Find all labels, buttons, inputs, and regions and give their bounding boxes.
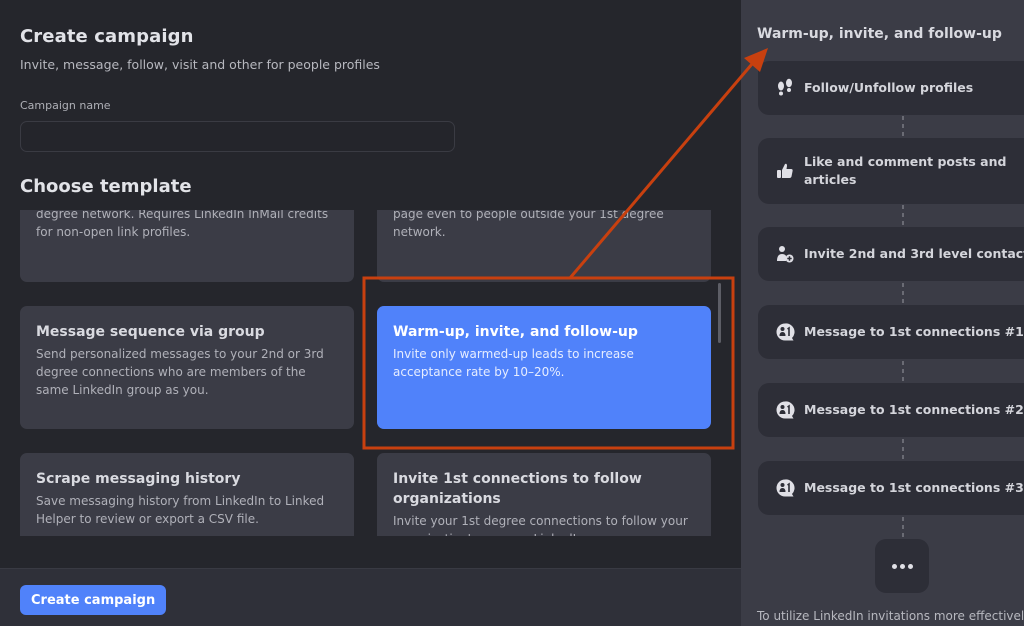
footer-bar: Create campaign	[0, 568, 741, 626]
template-card-inmail[interactable]: Send InMail messages to people outside y…	[20, 210, 354, 282]
preview-title: Warm-up, invite, and follow-up	[757, 26, 1002, 42]
template-grid[interactable]: Send InMail messages to people outside y…	[0, 210, 741, 536]
campaign-name-label: Campaign name	[20, 99, 111, 112]
template-card-title: Scrape messaging history	[36, 471, 241, 487]
preview-step: Like and comment posts and articles	[758, 138, 1024, 204]
step-connector	[902, 439, 904, 461]
preview-step: Message to 1st connections #1	[758, 305, 1024, 359]
step-connector	[902, 517, 904, 539]
add-person-icon	[774, 243, 796, 265]
template-card-scrape-messaging-history[interactable]: Scrape messaging history Save messaging …	[20, 453, 354, 536]
template-card-description: Save messaging history from LinkedIn to …	[36, 494, 325, 526]
step-connector	[902, 205, 904, 227]
preview-step-label: Message to 1st connections #1	[804, 324, 1024, 339]
preview-step-label: Like and comment posts and articles	[804, 154, 1007, 187]
message-first-connection-icon	[774, 399, 796, 421]
preview-step-label: Invite 2nd and 3rd level contacts	[804, 246, 1024, 261]
step-connector	[902, 116, 904, 138]
page-title: Create campaign	[20, 26, 194, 47]
page-subtitle: Invite, message, follow, visit and other…	[20, 57, 380, 72]
campaign-name-input[interactable]	[20, 121, 455, 152]
step-connector	[902, 361, 904, 383]
preview-step-label: Message to 1st connections #3	[804, 480, 1024, 495]
preview-step-label: Follow/Unfollow profiles	[804, 80, 974, 95]
preview-step: Message to 1st connections #2	[758, 383, 1024, 437]
template-card-description: Send personalized messages via LinkedIn …	[393, 210, 664, 239]
choose-template-heading: Choose template	[20, 176, 192, 197]
template-card-event[interactable]: Send personalized messages via LinkedIn …	[377, 210, 711, 282]
preview-step: Message to 1st connections #3	[758, 461, 1024, 515]
ellipsis-icon	[907, 563, 913, 569]
template-card-title: Message sequence via group	[36, 324, 265, 340]
footprints-icon	[774, 77, 796, 99]
template-grid-scrollbar[interactable]	[718, 283, 721, 343]
ellipsis-icon	[891, 563, 897, 569]
ellipsis-icon	[899, 563, 905, 569]
create-campaign-button[interactable]: Create campaign	[20, 585, 167, 615]
template-card-message-sequence-group[interactable]: Message sequence via group Send personal…	[20, 306, 354, 429]
template-card-description: Send InMail messages to people outside y…	[36, 210, 329, 239]
template-card-description: Send personalized messages to your 2nd o…	[36, 347, 324, 397]
template-card-title: Invite 1st connections to follow organiz…	[393, 471, 642, 507]
message-first-connection-icon	[774, 477, 796, 499]
preview-step: Follow/Unfollow profiles	[758, 61, 1024, 115]
message-first-connection-icon	[774, 321, 796, 343]
step-connector	[902, 283, 904, 305]
template-card-invite-follow-organizations[interactable]: Invite 1st connections to follow organiz…	[377, 453, 711, 536]
preview-hint: To utilize LinkedIn invitations more eff…	[757, 609, 1024, 623]
template-card-description: Invite your 1st degree connections to fo…	[393, 514, 688, 536]
template-preview-panel: Warm-up, invite, and follow-up Follow/Un…	[741, 0, 1024, 626]
preview-step-label: Message to 1st connections #2	[804, 402, 1024, 417]
thumbs-up-icon	[774, 160, 796, 182]
template-card-warm-up-invite-follow-up[interactable]: Warm-up, invite, and follow-up Invite on…	[377, 306, 711, 429]
more-steps-button[interactable]	[875, 539, 929, 593]
create-campaign-panel: Create campaign Invite, message, follow,…	[0, 0, 741, 626]
template-card-title: Warm-up, invite, and follow-up	[393, 324, 638, 340]
template-card-description: Invite only warmed-up leads to increase …	[393, 347, 634, 379]
preview-step: Invite 2nd and 3rd level contacts	[758, 227, 1024, 281]
